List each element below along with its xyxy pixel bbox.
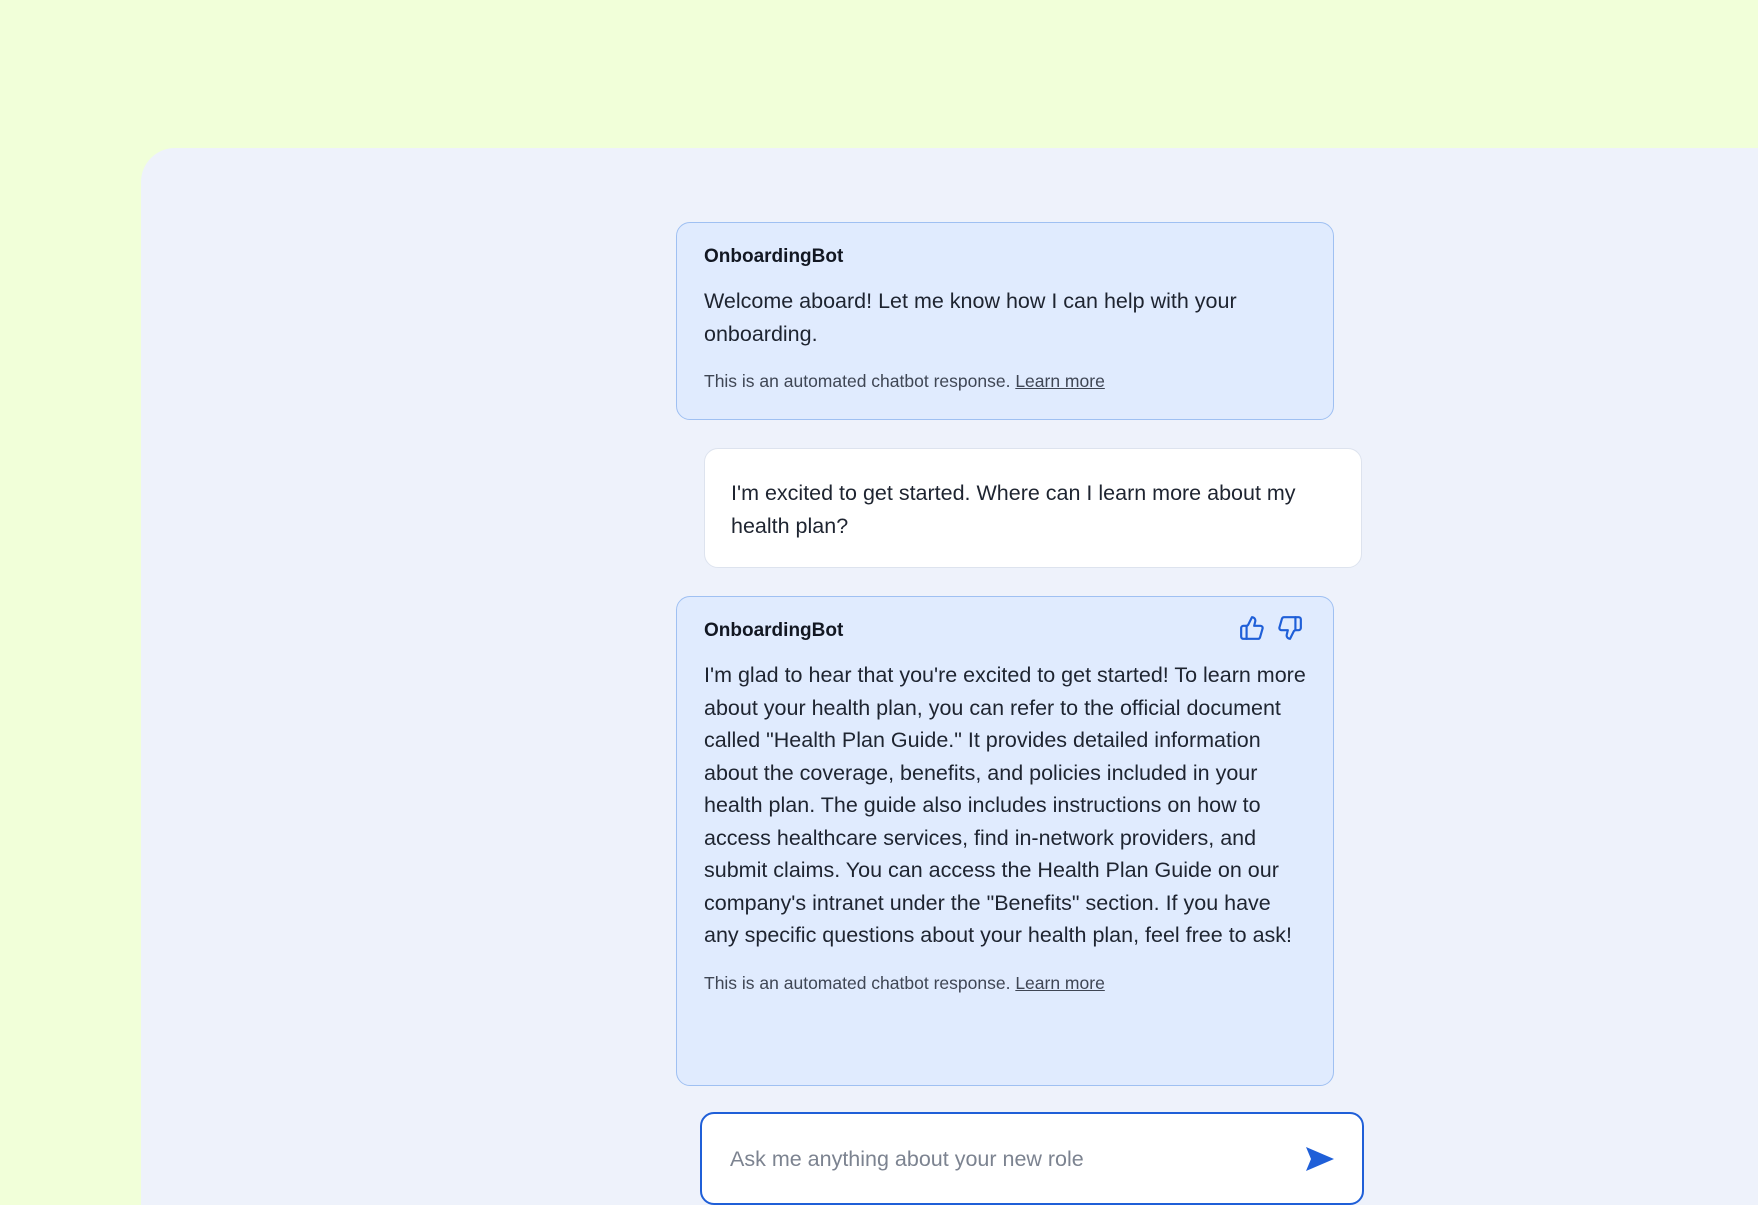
user-message: I'm excited to get started. Where can I …: [704, 448, 1362, 568]
bot-message: OnboardingBot Welcome aboard! Let me kno…: [676, 222, 1334, 420]
disclaimer-text: This is an automated chatbot response.: [704, 972, 1011, 993]
feedback-buttons: [1239, 615, 1303, 641]
message-text: Welcome aboard! Let me know how I can he…: [704, 289, 1237, 346]
bot-message: OnboardingBot I'm glad to hear that you'…: [676, 596, 1334, 1086]
thumbs-down-icon[interactable]: [1277, 615, 1303, 641]
bot-disclaimer: This is an automated chatbot response. L…: [704, 370, 1306, 392]
chat-input-box: [700, 1112, 1364, 1205]
thumbs-up-icon[interactable]: [1239, 615, 1265, 641]
chat-input[interactable]: [728, 1138, 1292, 1180]
send-icon[interactable]: [1304, 1144, 1336, 1174]
message-sender: OnboardingBot: [704, 246, 844, 267]
message-text: I'm excited to get started. Where can I …: [731, 481, 1296, 538]
message-text: I'm glad to hear that you're excited to …: [704, 663, 1306, 947]
learn-more-link[interactable]: Learn more: [1015, 371, 1105, 391]
bot-disclaimer: This is an automated chatbot response. L…: [704, 972, 1306, 994]
message-sender: OnboardingBot: [704, 620, 844, 641]
disclaimer-text: This is an automated chatbot response.: [704, 371, 1011, 391]
learn-more-link[interactable]: Learn more: [1015, 973, 1105, 993]
